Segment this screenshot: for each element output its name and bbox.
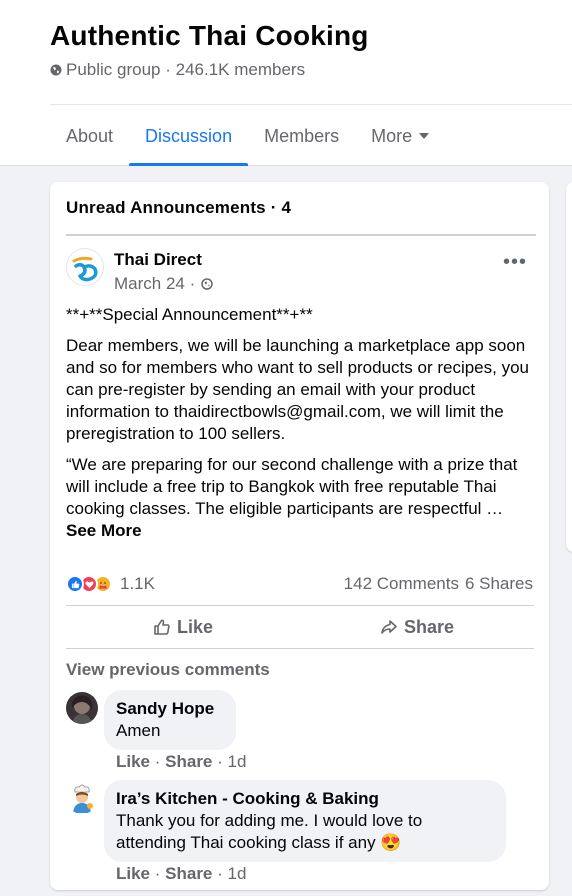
tab-members[interactable]: Members xyxy=(248,106,355,166)
tab-more-label: More xyxy=(371,126,413,146)
globe-icon xyxy=(201,278,213,290)
thai-direct-logo xyxy=(72,256,98,282)
post-body: **+**Special Announcement**+** Dear memb… xyxy=(66,304,538,551)
group-meta-text: Public group · 246.1K members xyxy=(66,60,306,79)
iras-kitchen-avatar xyxy=(66,782,98,814)
globe-icon xyxy=(50,64,62,76)
like-button-label: Like xyxy=(176,616,214,637)
comment-like-button[interactable]: Like xyxy=(116,752,150,771)
engagement-counts: 142 Comments 6 Shares xyxy=(344,574,533,594)
tab-about-label: About xyxy=(66,126,114,146)
announcements-card: Unread Announcements · 4 Thai Direct Mar… xyxy=(50,182,549,890)
view-previous-comments[interactable]: View previous comments xyxy=(66,660,270,680)
tab-members-label: Members xyxy=(264,126,340,146)
share-button[interactable]: Share xyxy=(300,608,534,646)
post-paragraph-1: Dear members, we will be launching a mar… xyxy=(66,336,529,443)
comment-time[interactable]: 1d xyxy=(228,864,247,883)
tab-more[interactable]: More xyxy=(355,106,445,166)
header-divider xyxy=(50,104,572,105)
share-arrow-icon xyxy=(381,620,397,634)
comments-count[interactable]: 142 Comments xyxy=(344,574,459,593)
tab-discussion[interactable]: Discussion xyxy=(129,106,249,166)
tab-discussion-label: Discussion xyxy=(145,126,233,146)
comment-time[interactable]: 1d xyxy=(228,752,247,771)
action-divider-bottom xyxy=(66,648,534,649)
group-meta: Public group · 246.1K members xyxy=(50,60,305,80)
comment-bubble: Ira’s Kitchen - Cooking & Baking Thank y… xyxy=(104,780,506,862)
comment-like-button[interactable]: Like xyxy=(116,864,150,883)
post-author-avatar[interactable] xyxy=(66,248,104,286)
avatar[interactable] xyxy=(66,692,98,724)
comment-text: Amen xyxy=(116,721,161,740)
group-tabs: About Discussion Members More xyxy=(50,106,445,166)
caret-down-icon xyxy=(419,133,430,139)
like-button[interactable]: Like xyxy=(66,608,300,646)
comment-text: Thank you for adding me. I would love to… xyxy=(116,811,423,852)
thumbs-up-icon xyxy=(154,619,170,635)
action-divider-top xyxy=(66,605,534,606)
share-button-label: Share xyxy=(403,616,455,637)
comment-bubble: Sandy Hope Amen xyxy=(104,690,236,750)
post-author-name[interactable]: Thai Direct xyxy=(114,250,202,270)
card-divider xyxy=(66,234,536,236)
post-paragraph-2-text: “We are preparing for our second challen… xyxy=(66,455,518,518)
post-paragraph-2: “We are preparing for our second challen… xyxy=(66,454,538,542)
comment-share-button[interactable]: Share xyxy=(165,752,212,771)
post-actions: Like Share xyxy=(66,608,534,646)
see-more-link[interactable]: See More xyxy=(66,521,142,540)
group-title: Authentic Thai Cooking xyxy=(50,20,369,51)
like-reaction-icon xyxy=(66,575,84,593)
side-card xyxy=(566,182,572,552)
group-header: Authentic Thai Cooking Public group · 24… xyxy=(0,0,572,166)
shares-count[interactable]: 6 Shares xyxy=(465,574,533,593)
sandy-hope-avatar xyxy=(66,692,98,724)
post-date-text[interactable]: March 24 · xyxy=(114,274,195,294)
tab-about[interactable]: About xyxy=(50,106,129,166)
post-date: March 24 · xyxy=(114,274,217,294)
reaction-count: 1.1K xyxy=(120,574,155,593)
comment-share-button[interactable]: Share xyxy=(165,864,212,883)
avatar[interactable] xyxy=(66,782,98,814)
reaction-summary[interactable]: 1.1K xyxy=(66,574,155,594)
comment-actions: Like · Share · 1d xyxy=(116,864,247,883)
comment-actions: Like · Share · 1d xyxy=(116,752,247,771)
unread-announcements-header[interactable]: Unread Announcements · 4 xyxy=(66,198,291,218)
comment-author[interactable]: Sandy Hope xyxy=(116,698,224,720)
post-title-line: **+**Special Announcement**+** xyxy=(66,305,313,324)
more-options-icon[interactable]: ••• xyxy=(500,252,530,276)
comment-author[interactable]: Ira’s Kitchen - Cooking & Baking xyxy=(116,788,494,810)
heart-eyes-emoji: 😍 xyxy=(380,833,402,852)
